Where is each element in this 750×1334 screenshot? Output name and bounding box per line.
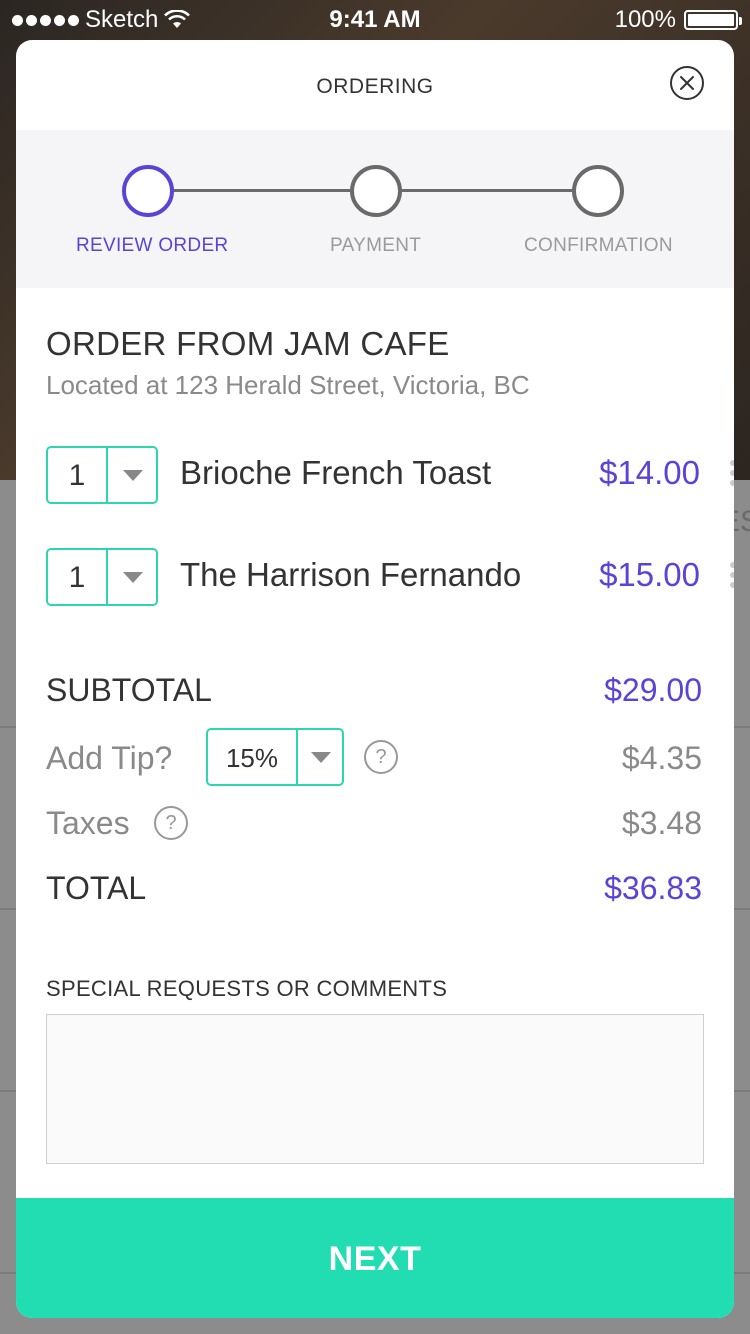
tip-help-icon[interactable]: ? — [364, 740, 398, 774]
step-review-order-circle[interactable] — [122, 165, 174, 217]
subtotal-value: $29.00 — [604, 672, 702, 708]
restaurant-address: Located at 123 Herald Street, Victoria, … — [46, 370, 530, 400]
chevron-down-icon — [311, 752, 331, 763]
modal-title: ORDERING — [316, 75, 434, 98]
step-connector — [173, 189, 350, 192]
quantity-select[interactable]: 1 — [46, 446, 158, 504]
select-divider — [106, 550, 108, 604]
select-divider — [106, 448, 108, 502]
taxes-label: Taxes — [46, 805, 130, 841]
tip-selected-value: 15% — [225, 743, 279, 773]
step-review-order-label: REVIEW ORDER — [76, 235, 229, 256]
status-bar: Sketch 9:41 AM 100% — [0, 0, 750, 40]
item-price: $14.00 — [599, 454, 700, 491]
more-options-icon[interactable] — [730, 460, 734, 486]
close-button[interactable] — [670, 66, 704, 100]
next-button[interactable]: NEXT — [16, 1198, 734, 1318]
total-value: $36.83 — [604, 870, 702, 906]
restaurant-title: ORDER FROM JAM CAFE — [46, 325, 450, 362]
tip-label: Add Tip? — [46, 740, 173, 776]
progress-stepper: REVIEW ORDER PAYMENT CONFIRMATION — [16, 130, 734, 288]
status-right: 100% — [614, 6, 742, 34]
more-options-icon[interactable] — [730, 562, 734, 588]
quantity-select[interactable]: 1 — [46, 548, 158, 606]
step-confirmation-label: CONFIRMATION — [524, 235, 673, 256]
tip-value: $4.35 — [621, 740, 702, 776]
step-confirmation-circle[interactable] — [572, 165, 624, 217]
modal-header: ORDERING — [16, 40, 734, 130]
chevron-down-icon — [123, 572, 143, 583]
item-name: The Harrison Fernando — [180, 556, 522, 593]
tip-select[interactable]: 15% — [206, 728, 344, 786]
order-item-row: 1 Brioche French Toast $14.00 — [46, 446, 734, 504]
taxes-help-icon[interactable]: ? — [154, 806, 188, 840]
battery-icon — [684, 10, 742, 30]
total-label: TOTAL — [46, 870, 147, 906]
close-icon — [680, 76, 694, 90]
subtotal-label: SUBTOTAL — [46, 672, 212, 708]
order-item-row: 1 The Harrison Fernando $15.00 — [46, 548, 734, 606]
step-payment-circle[interactable] — [350, 165, 402, 217]
battery-level — [688, 14, 734, 26]
ordering-modal: ORDERING REVIEW ORDER PAYMENT CONFIRMATI… — [16, 40, 734, 1318]
comments-input[interactable] — [46, 1014, 704, 1164]
battery-percent: 100% — [614, 6, 676, 33]
chevron-down-icon — [123, 470, 143, 481]
item-price: $15.00 — [599, 556, 700, 593]
step-payment-label: PAYMENT — [330, 235, 422, 256]
quantity-value: 1 — [68, 459, 86, 492]
item-name: Brioche French Toast — [180, 454, 492, 491]
quantity-value: 1 — [68, 561, 86, 594]
step-connector — [399, 189, 574, 192]
select-divider — [296, 730, 298, 784]
comments-label: SPECIAL REQUESTS OR COMMENTS — [46, 976, 448, 1001]
taxes-value: $3.48 — [621, 805, 702, 841]
